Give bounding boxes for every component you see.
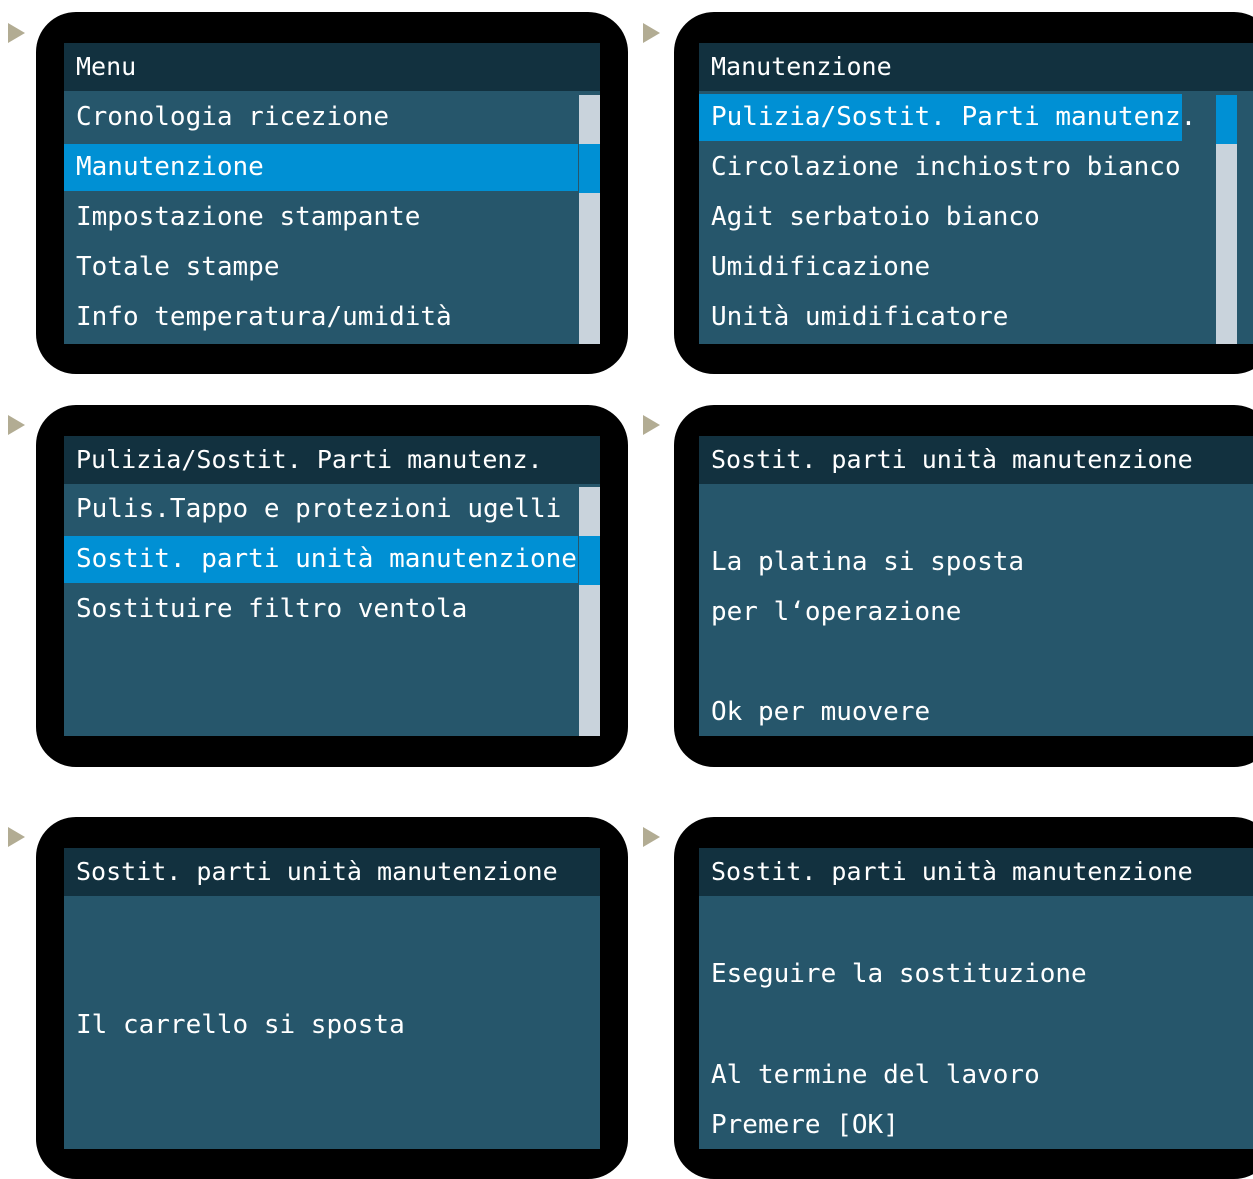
menu-item[interactable]: Totale stampe: [64, 244, 579, 291]
menu-item[interactable]: Umidificazione: [699, 244, 1214, 291]
menu-item[interactable]: Cronologia ricezione: [64, 94, 579, 141]
screen-title: Menu: [64, 43, 600, 91]
message-line: Al termine del lavoro: [711, 1060, 1040, 1090]
step-arrow-icon: [643, 827, 660, 847]
scrollbar[interactable]: [579, 95, 600, 344]
menu-item-selected[interactable]: Pulizia/Sostit. Parti manutenz.: [699, 94, 1196, 141]
menu-item[interactable]: Circolazione inchiostro bianco: [699, 144, 1214, 191]
step-arrow-icon: [8, 827, 25, 847]
step-arrow-icon: [8, 23, 25, 43]
scrollbar-thumb[interactable]: [579, 536, 600, 585]
menu-item[interactable]: Unità umidificatore: [699, 294, 1214, 341]
menu-item[interactable]: Pulis.Tappo e protezioni ugelli: [64, 486, 579, 533]
step-arrow-icon: [643, 23, 660, 43]
menu-item[interactable]: Impostazione stampante: [64, 194, 579, 241]
menu-item[interactable]: Info temperatura/umidità: [64, 294, 579, 341]
lcd-panel-platina: Sostit. parti unità manutenzione La plat…: [674, 405, 1253, 767]
scrollbar-thumb[interactable]: [579, 144, 600, 193]
menu-item[interactable]: Agit serbatoio bianco: [699, 194, 1214, 241]
lcd-panel-menu: Menu Cronologia ricezione Manutenzione I…: [36, 12, 628, 374]
screen-title: Sostit. parti unità manutenzione: [64, 848, 600, 896]
message-line: La platina si sposta: [711, 547, 1025, 577]
lcd-panel-carrello: Sostit. parti unità manutenzione Il carr…: [36, 817, 628, 1179]
lcd-panel-manutenzione: Manutenzione Pulizia/Sostit. Parti manut…: [674, 12, 1253, 374]
screen-title: Pulizia/Sostit. Parti manutenz.: [64, 436, 600, 484]
menu-item-selected[interactable]: Manutenzione: [64, 144, 578, 191]
lcd-screen: Pulizia/Sostit. Parti manutenz. Pulis.Ta…: [64, 436, 600, 736]
step-arrow-icon: [643, 415, 660, 435]
message-line: Il carrello si sposta: [76, 1010, 405, 1040]
lcd-panel-pulizia: Pulizia/Sostit. Parti manutenz. Pulis.Ta…: [36, 405, 628, 767]
screen-title: Manutenzione: [699, 43, 1253, 91]
message-line: Eseguire la sostituzione: [711, 959, 1087, 989]
lcd-screen: Manutenzione Pulizia/Sostit. Parti manut…: [699, 43, 1253, 344]
scrollbar[interactable]: [579, 487, 600, 736]
menu-item-selected[interactable]: Sostit. parti unità manutenzione: [64, 536, 578, 583]
message-line: Ok per muovere: [711, 697, 931, 727]
lcd-screen: Sostit. parti unità manutenzione La plat…: [699, 436, 1253, 736]
step-arrow-icon: [8, 415, 25, 435]
lcd-panel-eseguire: Sostit. parti unità manutenzione Eseguir…: [674, 817, 1253, 1179]
screen-title: Sostit. parti unità manutenzione: [699, 848, 1253, 896]
lcd-screen: Menu Cronologia ricezione Manutenzione I…: [64, 43, 600, 344]
message-line: Premere [OK]: [711, 1110, 899, 1140]
scrollbar-thumb[interactable]: [1216, 95, 1237, 144]
message-line: per l‘operazione: [711, 597, 962, 627]
scrollbar[interactable]: [1216, 95, 1237, 344]
menu-item[interactable]: Sostituire filtro ventola: [64, 586, 579, 633]
lcd-screen: Sostit. parti unità manutenzione Eseguir…: [699, 848, 1253, 1149]
screen-title: Sostit. parti unità manutenzione: [699, 436, 1253, 484]
lcd-screen: Sostit. parti unità manutenzione Il carr…: [64, 848, 600, 1149]
